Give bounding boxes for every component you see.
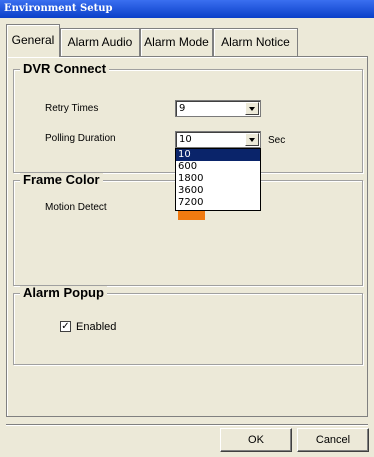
tab-alarm-notice[interactable]: Alarm Notice [213, 28, 298, 56]
check-icon: ✓ [61, 321, 70, 332]
motion-detect-label: Motion Detect [45, 202, 107, 213]
polling-duration-select[interactable]: 10 [175, 131, 261, 148]
dropdown-option[interactable]: 1800 [176, 173, 260, 185]
frame-color-title: Frame Color [20, 173, 103, 187]
polling-duration-label: Polling Duration [45, 133, 116, 144]
motion-detect-color-swatch[interactable] [178, 211, 205, 220]
window-title: Environment Setup [0, 0, 374, 18]
chevron-down-icon[interactable] [245, 102, 259, 115]
dropdown-option[interactable]: 3600 [176, 185, 260, 197]
chevron-down-icon[interactable] [245, 133, 259, 146]
footer-divider [6, 424, 368, 426]
tab-alarm-mode[interactable]: Alarm Mode [140, 28, 213, 56]
dvr-connect-title: DVR Connect [20, 62, 110, 76]
dropdown-option[interactable]: 10 [176, 149, 260, 161]
retry-times-value: 9 [179, 103, 186, 114]
tab-alarm-audio[interactable]: Alarm Audio [60, 28, 140, 56]
enabled-label: Enabled [76, 321, 117, 333]
alarm-popup-title: Alarm Popup [20, 286, 107, 300]
dropdown-option[interactable]: 7200 [176, 197, 260, 209]
polling-duration-dropdown: 10 600 1800 3600 7200 [175, 148, 261, 211]
dropdown-option[interactable]: 600 [176, 161, 260, 173]
ok-button[interactable]: OK [220, 428, 292, 452]
polling-unit-label: Sec [268, 135, 286, 146]
tab-general[interactable]: General [6, 24, 60, 57]
cancel-button[interactable]: Cancel [297, 428, 369, 452]
enabled-checkbox[interactable]: ✓ [60, 321, 71, 332]
retry-times-label: Retry Times [45, 103, 99, 114]
polling-duration-value: 10 [179, 134, 192, 145]
retry-times-select[interactable]: 9 [175, 100, 261, 117]
